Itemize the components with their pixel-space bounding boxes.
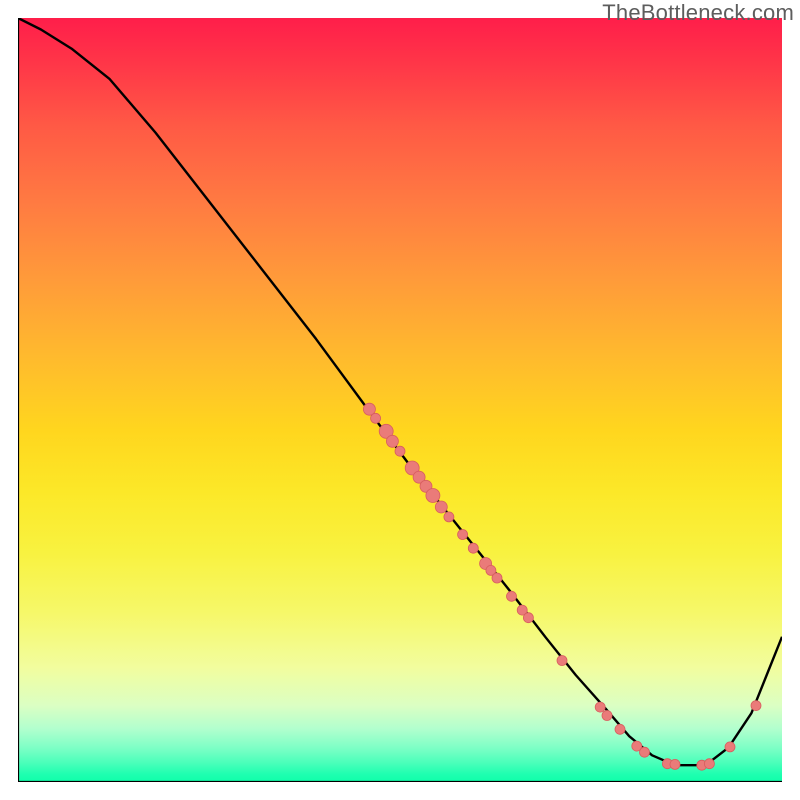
bottleneck-curve — [18, 18, 782, 765]
data-point — [523, 613, 533, 623]
scatter-points — [363, 403, 761, 770]
data-point — [557, 656, 567, 666]
data-point — [704, 759, 714, 769]
data-point — [595, 702, 605, 712]
data-point — [426, 489, 440, 503]
data-point — [435, 501, 447, 513]
data-point — [725, 742, 735, 752]
axes-group — [18, 18, 782, 782]
data-point — [468, 543, 478, 553]
plot-area — [18, 18, 782, 782]
data-point — [507, 591, 517, 601]
watermark-text: TheBottleneck.com — [602, 0, 794, 26]
data-point — [602, 711, 612, 721]
data-point — [458, 530, 468, 540]
data-point — [395, 446, 405, 456]
chart-container: TheBottleneck.com — [0, 0, 800, 800]
plot-svg — [18, 18, 782, 782]
data-point — [444, 512, 454, 522]
data-point — [640, 747, 650, 757]
data-point — [371, 413, 381, 423]
data-point — [670, 759, 680, 769]
data-point — [615, 724, 625, 734]
data-point — [751, 701, 761, 711]
curve-group — [18, 18, 782, 765]
data-point — [492, 573, 502, 583]
data-point — [386, 435, 398, 447]
